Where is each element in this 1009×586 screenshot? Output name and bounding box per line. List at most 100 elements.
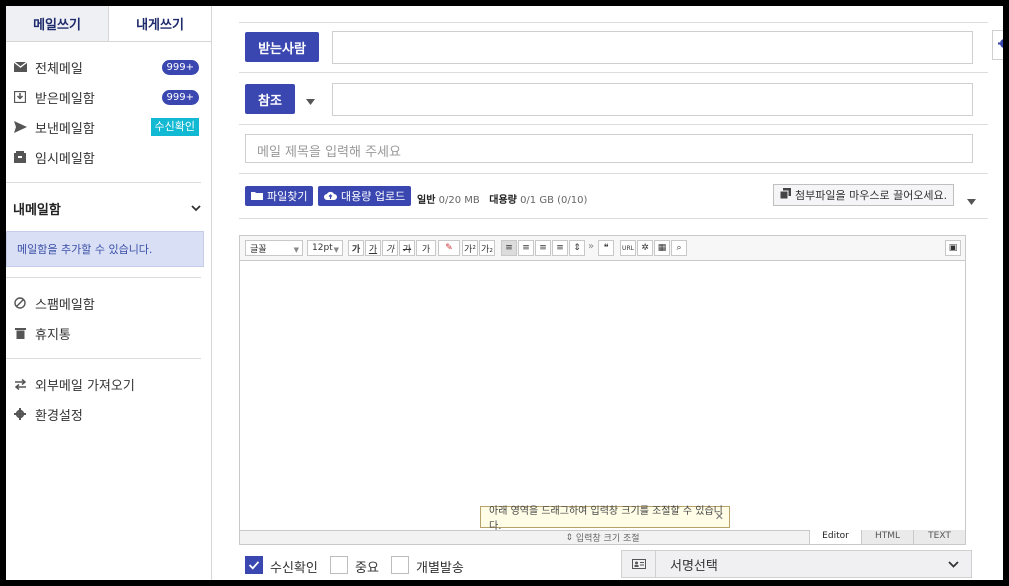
font-select[interactable]: 글꼴 ▼ (245, 240, 303, 256)
resize-arrows-icon: ⇕ (565, 532, 576, 543)
mail-icon (13, 60, 27, 74)
sidebar-item-settings[interactable]: 환경설정 (6, 399, 211, 429)
editor-toolbar: 글꼴 ▼ 12pt ▼ 가 가 가 가 가 ✎ 가² 가₂ ≡ ≡ ≡ ≡ ⇕ » … (240, 236, 965, 261)
italic-button[interactable]: 가 (382, 240, 398, 256)
attach-file-label: 파일찾기 (267, 190, 308, 203)
superscript-button[interactable]: 가² (462, 240, 478, 256)
individual-send-label: 개별발송 (416, 561, 464, 576)
emoji-button[interactable]: ✲ (637, 240, 653, 256)
divider (239, 218, 988, 219)
mail-editor: 글꼴 ▼ 12pt ▼ 가 가 가 가 가 ✎ 가² 가₂ ≡ ≡ ≡ ≡ ⇕ » … (239, 235, 966, 545)
close-icon[interactable]: ✕ (715, 510, 724, 523)
cc-expand-icon[interactable] (306, 94, 315, 109)
files-icon (779, 188, 791, 202)
sidebar-item-sent[interactable]: 보낸메일함 수신확인 (6, 112, 211, 142)
find-button[interactable]: ⌕ (671, 240, 687, 256)
bulk-upload-label: 대용량 업로드 (341, 190, 406, 203)
mail-window: 메일쓰기 내게쓰기 전체메일 999+ 받은메일함 999+ 보낸메일함 수신확… (6, 6, 1003, 580)
read-receipt-label: 수신확인 (270, 561, 318, 576)
font-size-select[interactable]: 12pt ▼ (307, 240, 343, 256)
individual-send-checkbox[interactable] (391, 556, 409, 574)
mailbox-nav: 전체메일 999+ 받은메일함 999+ 보낸메일함 수신확인 임시메일함 (6, 42, 211, 172)
bulk-upload-button[interactable]: 대용량 업로드 (318, 186, 412, 206)
tab-html[interactable]: HTML (861, 530, 913, 544)
drag-attach-button[interactable]: 첨부파일을 마우스로 끌어오세요. (773, 184, 955, 206)
align-justify-button[interactable]: ≡ (552, 240, 568, 256)
strikethrough-button[interactable]: 가 (399, 240, 415, 256)
tab-write-self[interactable]: 내게쓰기 (109, 6, 211, 41)
divider (239, 72, 988, 73)
sidebar-item-import[interactable]: 외부메일 가져오기 (6, 369, 211, 399)
image-insert-button[interactable]: ▣ (945, 240, 961, 256)
link-button[interactable]: URL (620, 240, 636, 256)
signature-label: 서명선택 (670, 558, 718, 574)
sidebar-item-inbox[interactable]: 받은메일함 999+ (6, 82, 211, 112)
import-icon (13, 377, 27, 391)
line-height-button[interactable]: ⇕ (569, 240, 585, 256)
more-tools-icon[interactable]: » (588, 241, 594, 252)
recipient-input[interactable] (332, 31, 973, 64)
quote-button[interactable]: ❝ (598, 240, 614, 256)
sidebar-item-label: 받은메일함 (35, 91, 95, 107)
settings-nav: 외부메일 가져오기 환경설정 (6, 369, 211, 429)
checkmark-icon (248, 561, 260, 570)
attach-file-button[interactable]: 파일찾기 (245, 186, 314, 206)
compose-area: 받는사람 참조 메일 제목을 입력해 주세요 파일찾기 대용량 업로드 일반 0… (213, 6, 1003, 580)
quota-bulk-label: 대용량 (489, 195, 517, 206)
table-button[interactable]: ▦ (654, 240, 670, 256)
sidebar-item-drafts[interactable]: 임시메일함 (6, 142, 211, 172)
drag-attach-label: 첨부파일을 마우스로 끌어오세요. (795, 189, 948, 202)
font-select-value: 글꼴 (250, 244, 267, 255)
select-arrow-icon: ▼ (293, 246, 299, 254)
quota-normal-value: 0/20 MB (438, 195, 480, 206)
read-receipt-badge[interactable]: 수신확인 (150, 118, 199, 136)
sidebar-item-trash[interactable]: 휴지통 (6, 318, 211, 348)
special-mailbox-nav: 스팸메일함 휴지통 (6, 288, 211, 348)
compose-tabs: 메일쓰기 내게쓰기 (6, 6, 211, 42)
tab-write-mail[interactable]: 메일쓰기 (6, 6, 109, 41)
resize-tooltip-text: 아래 영역을 드래그하여 입력창 크기를 조절할 수 있습니다. (489, 506, 723, 532)
important-checkbox[interactable] (330, 556, 348, 574)
tab-text[interactable]: TEXT (913, 530, 965, 544)
folder-icon (251, 190, 267, 203)
cc-button[interactable]: 참조 (245, 84, 295, 114)
divider (6, 358, 201, 359)
quota-bulk-value: 0/1 GB (0/10) (520, 195, 588, 206)
read-receipt-checkbox[interactable] (245, 556, 263, 574)
sidebar-item-label: 휴지통 (35, 327, 71, 343)
sidebar-item-label: 환경설정 (35, 408, 83, 424)
inbox-icon (13, 90, 27, 104)
font-color-button[interactable]: 가 (416, 240, 436, 256)
subject-input[interactable]: 메일 제목을 입력해 주세요 (245, 134, 973, 163)
cc-input[interactable] (332, 83, 973, 116)
editor-mode-tabs: Editor HTML TEXT (809, 530, 965, 544)
signature-select[interactable]: 서명선택 (621, 550, 972, 578)
tab-editor[interactable]: Editor (809, 530, 861, 544)
sidebar-item-label: 임시메일함 (35, 151, 95, 167)
highlight-button[interactable]: ✎ (438, 240, 460, 256)
add-mailbox-hint[interactable]: 메일함을 추가할 수 있습니다. (6, 231, 204, 267)
editor-body[interactable] (240, 261, 965, 530)
cloud-upload-icon (324, 190, 341, 203)
recipient-settings-button[interactable] (992, 30, 1003, 60)
align-left-button[interactable]: ≡ (501, 240, 517, 256)
sidebar-item-spam[interactable]: 스팸메일함 (6, 288, 211, 318)
sidebar: 메일쓰기 내게쓰기 전체메일 999+ 받은메일함 999+ 보낸메일함 수신확… (6, 6, 212, 580)
underline-button[interactable]: 가 (365, 240, 381, 256)
sidebar-item-all-mail[interactable]: 전체메일 999+ (6, 52, 211, 82)
recipient-button[interactable]: 받는사람 (245, 32, 319, 62)
bold-button[interactable]: 가 (348, 240, 364, 256)
subscript-button[interactable]: 가₂ (479, 240, 495, 256)
divider (6, 277, 201, 278)
align-center-button[interactable]: ≡ (518, 240, 534, 256)
divider (239, 173, 988, 174)
attach-options-icon[interactable] (967, 194, 976, 209)
resize-tooltip: 아래 영역을 드래그하여 입력창 크기를 조절할 수 있습니다. ✕ (480, 506, 730, 532)
align-right-button[interactable]: ≡ (535, 240, 551, 256)
important-label: 중요 (355, 561, 379, 576)
subject-placeholder: 메일 제목을 입력해 주세요 (257, 145, 401, 160)
sidebar-item-label: 스팸메일함 (35, 297, 95, 313)
id-card-icon (622, 551, 656, 577)
my-mailbox-toggle[interactable]: 내메일함 (6, 193, 211, 223)
gear-icon (13, 407, 27, 421)
